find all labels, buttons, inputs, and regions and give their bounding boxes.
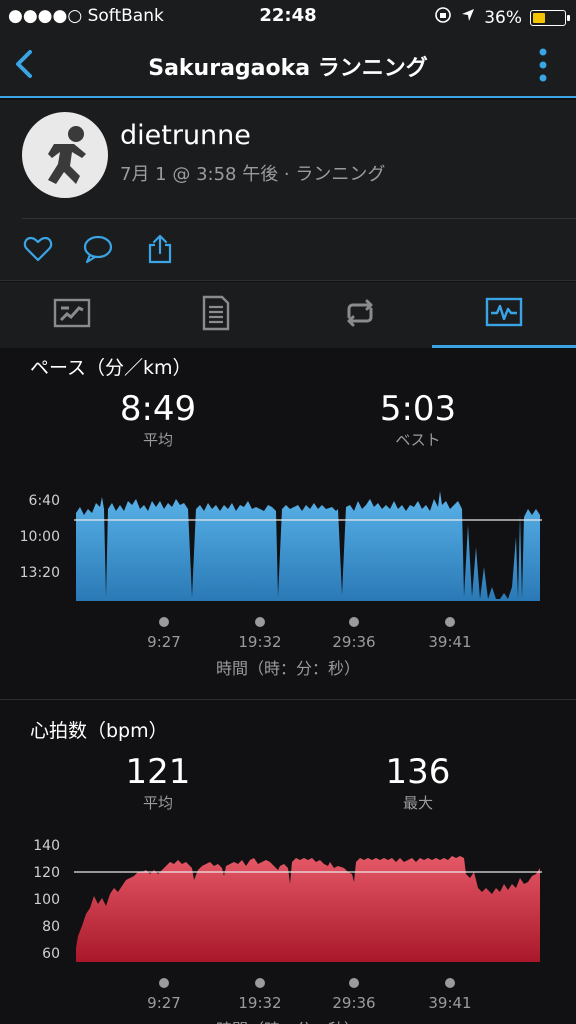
hr-avg-label: 平均 xyxy=(142,794,173,812)
hr-max-label: 最大 xyxy=(402,794,433,812)
pace-best-value: 5:03 xyxy=(379,389,457,429)
hr-max-value: 136 xyxy=(385,752,451,792)
status-bar: ●●●●○ SoftBank 22:48 36% xyxy=(0,0,576,32)
hr-title: 心拍数（bpm） xyxy=(30,720,168,742)
hr-y-tick: 60 xyxy=(42,946,60,962)
like-heart-icon[interactable] xyxy=(22,233,54,265)
hr-x-tick: 9:27 xyxy=(147,994,181,1012)
hr-y-tick: 80 xyxy=(42,919,60,935)
pace-x-tick: 9:27 xyxy=(147,633,181,651)
pace-title: ペース（分／km） xyxy=(30,357,192,379)
hr-y-tick: 120 xyxy=(33,865,60,881)
username[interactable]: dietrunne xyxy=(120,120,251,151)
pace-x-axis-title: 時間（時：分：秒） xyxy=(215,659,360,678)
chart-icon xyxy=(485,297,523,331)
hr-max: 136 最大 xyxy=(318,752,518,813)
pace-x-dot xyxy=(255,617,265,627)
pace-x-dot xyxy=(159,617,169,627)
tab-map[interactable] xyxy=(0,282,144,348)
pace-x-tick: 39:41 xyxy=(428,633,472,651)
pace-y-tick: 10:00 xyxy=(19,529,60,545)
page-title: Sakuragaoka ランニング xyxy=(148,56,428,81)
pace-best-label: ベスト xyxy=(395,431,441,449)
avatar[interactable] xyxy=(22,112,108,198)
hr-x-dot xyxy=(445,978,455,988)
repeat-icon xyxy=(341,299,379,331)
pace-avg-label: 平均 xyxy=(142,431,173,449)
hr-avg: 121 平均 xyxy=(58,752,258,813)
activity-header: dietrunne 7月 1 @ 3:58 午後 · ランニング xyxy=(0,100,576,220)
location-icon xyxy=(460,7,476,28)
tab-charts[interactable] xyxy=(432,282,576,348)
hr-x-tick: 19:32 xyxy=(238,994,282,1012)
hr-x-dot xyxy=(159,978,169,988)
status-right: 36% xyxy=(434,6,570,29)
pace-section: ペース（分／km） 8:49 平均 5:03 ベスト 6:40 10:00 13… xyxy=(0,349,576,699)
tab-bar xyxy=(0,282,576,348)
hr-y-tick: 140 xyxy=(33,838,60,854)
more-options-icon[interactable] xyxy=(538,46,548,84)
battery-percent: 36% xyxy=(484,7,522,28)
pace-avg-value: 8:49 xyxy=(119,389,197,429)
document-icon xyxy=(202,295,230,335)
tab-details[interactable] xyxy=(144,282,288,348)
hr-x-tick: 39:41 xyxy=(428,994,472,1012)
action-bar xyxy=(0,219,576,281)
tab-laps[interactable] xyxy=(288,282,432,348)
pace-area xyxy=(76,491,540,601)
comment-icon[interactable] xyxy=(82,233,114,265)
hr-chart[interactable] xyxy=(74,848,542,964)
pace-best: 5:03 ベスト xyxy=(318,389,518,450)
hr-y-tick: 100 xyxy=(33,892,60,908)
pace-y-tick: 6:40 xyxy=(28,493,60,509)
pace-avg: 8:49 平均 xyxy=(58,389,258,450)
battery-icon xyxy=(530,9,570,26)
pace-x-dot xyxy=(349,617,359,627)
pace-chart[interactable] xyxy=(74,487,542,603)
map-icon xyxy=(53,298,91,332)
pace-x-tick: 29:36 xyxy=(332,633,376,651)
pace-y-tick: 13:20 xyxy=(19,565,60,581)
orientation-lock-icon xyxy=(434,6,452,29)
hr-x-tick: 29:36 xyxy=(332,994,376,1012)
hr-x-dot xyxy=(349,978,359,988)
hr-avg-value: 121 xyxy=(125,752,191,792)
pace-x-dot xyxy=(445,617,455,627)
heart-rate-section: 心拍数（bpm） 121 平均 136 最大 140 120 100 80 60… xyxy=(0,700,576,1024)
pace-x-tick: 19:32 xyxy=(238,633,282,651)
activity-date: 7月 1 @ 3:58 午後 · ランニング xyxy=(120,164,386,185)
hr-x-axis-title: 時間（時：分：秒） xyxy=(0,1016,576,1024)
nav-bar: Sakuragaoka ランニング xyxy=(0,32,576,98)
hr-x-dot xyxy=(255,978,265,988)
share-icon[interactable] xyxy=(144,233,176,265)
